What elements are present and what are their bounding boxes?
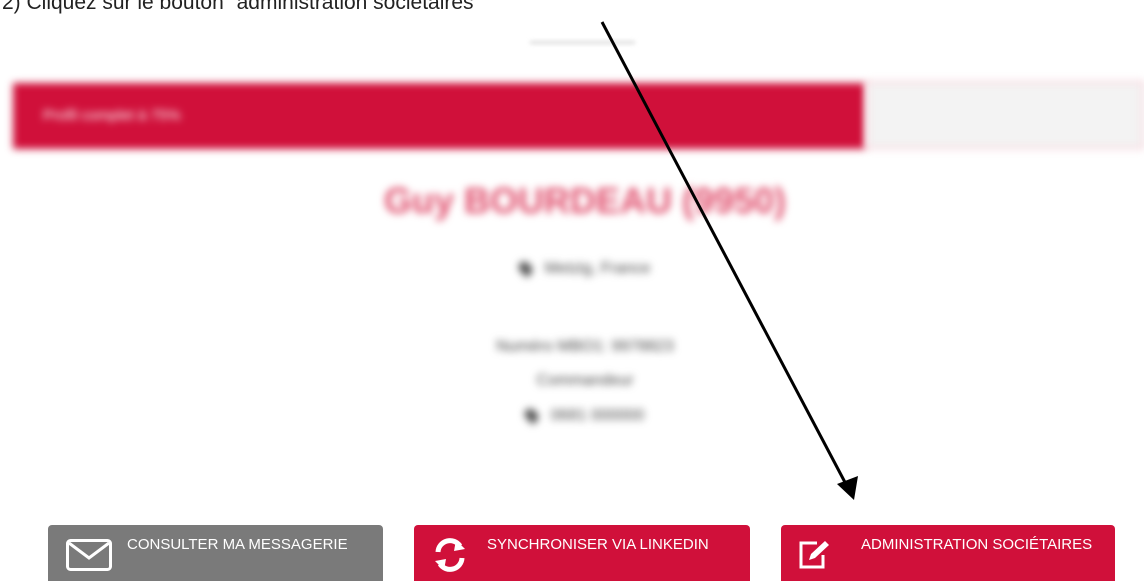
profile-phone: 0681 000000	[0, 406, 1144, 425]
consult-messaging-button[interactable]: Consulter ma messagerie	[48, 525, 383, 581]
profile-banner: Profil complet à 75%	[13, 83, 865, 149]
administration-button[interactable]: Administration sociétaires	[781, 525, 1115, 581]
envelope-icon	[66, 539, 112, 571]
header-divider	[530, 41, 635, 44]
sync-linkedin-button[interactable]: Synchroniser via LinkedIn	[414, 525, 750, 581]
map-pin-icon	[522, 406, 541, 425]
map-pin-icon	[515, 259, 535, 278]
instruction-text: 2) Cliquez sur le bouton “administration…	[2, 0, 481, 14]
edit-icon	[799, 541, 829, 569]
profile-location-text: Metzig, France	[544, 260, 651, 277]
profile-name: Guy BOURDEAU (9950)	[383, 180, 787, 221]
sync-linkedin-label: Synchroniser via LinkedIn	[487, 536, 709, 553]
profile-location: Metzig, France	[0, 259, 1144, 278]
profile-role: Commandeur	[536, 372, 634, 389]
profile-member-number: Numéro MBO1: 9978823	[496, 338, 674, 355]
profile-phone-text: 0681 000000	[550, 407, 645, 424]
administration-label: Administration sociétaires	[861, 536, 1093, 553]
refresh-icon	[435, 538, 465, 572]
banner-side-panel	[866, 81, 1144, 149]
consult-messaging-label: Consulter ma messagerie	[127, 536, 348, 553]
profile-completion-text: Profil complet à 75%	[43, 107, 181, 124]
